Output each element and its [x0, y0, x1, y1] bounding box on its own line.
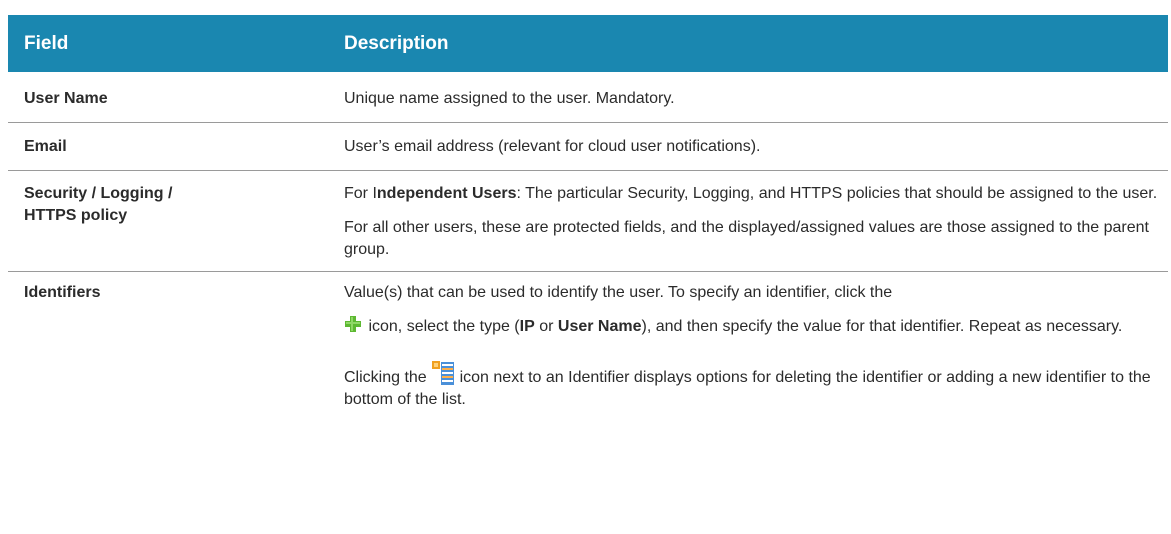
identifiers-paragraph-3: Clicking the icon next to an Identifier … — [344, 360, 1158, 411]
table-header-row: Field Description — [8, 15, 1168, 72]
plus-icon — [345, 316, 361, 332]
field-policy-line2: HTTPS policy — [24, 207, 128, 224]
identifiers-p3-b: icon next to an Identifier displays opti… — [344, 369, 1151, 408]
list-menu-icon — [432, 361, 455, 385]
description-identifiers: Value(s) that can be used to identify th… — [330, 272, 1168, 442]
field-email: Email — [8, 122, 330, 171]
identifiers-paragraph-1: Value(s) that can be used to identify th… — [344, 284, 893, 301]
identifiers-p2-bold-username: User Name — [557, 318, 642, 335]
table-row-policy: Security / Logging / HTTPS policy For In… — [8, 170, 1168, 272]
identifiers-p3-a: Clicking the — [344, 369, 432, 386]
table-row-user-name: User Name Unique name assigned to the us… — [8, 72, 1168, 123]
identifiers-p2-b: or — [534, 318, 558, 335]
field-description-table: Field Description User Name Unique name … — [8, 15, 1168, 441]
description-policy: For Independent Users: The particular Se… — [330, 170, 1168, 272]
header-field: Field — [8, 15, 330, 72]
identifiers-p2-bold-ip: IP — [519, 318, 535, 335]
table-row-identifiers: Identifiers Value(s) that can be used to… — [8, 272, 1168, 442]
policy-p1-bold: ndependent Users — [376, 185, 517, 202]
field-policy: Security / Logging / HTTPS policy — [8, 170, 330, 272]
field-user-name: User Name — [8, 72, 330, 123]
field-policy-line1: Security / Logging / — [24, 185, 173, 202]
description-user-name: Unique name assigned to the user. Mandat… — [330, 72, 1168, 123]
policy-p1-prefix: For I — [344, 185, 377, 202]
field-identifiers: Identifiers — [24, 284, 101, 301]
identifiers-p2-c: ), and then specify the value for that i… — [641, 318, 1123, 335]
identifiers-paragraph-2: icon, select the type (IP or User Name),… — [344, 315, 1158, 338]
policy-p1-suffix: : The particular Security, Logging, and … — [516, 185, 1158, 202]
identifiers-p2-a: icon, select the type ( — [364, 318, 520, 335]
table-row-email: Email User’s email address (relevant for… — [8, 122, 1168, 171]
header-description: Description — [330, 15, 1168, 72]
description-email: User’s email address (relevant for cloud… — [330, 122, 1168, 171]
policy-paragraph-2: For all other users, these are protected… — [344, 219, 1149, 258]
policy-paragraph-1: For Independent Users: The particular Se… — [344, 183, 1158, 205]
